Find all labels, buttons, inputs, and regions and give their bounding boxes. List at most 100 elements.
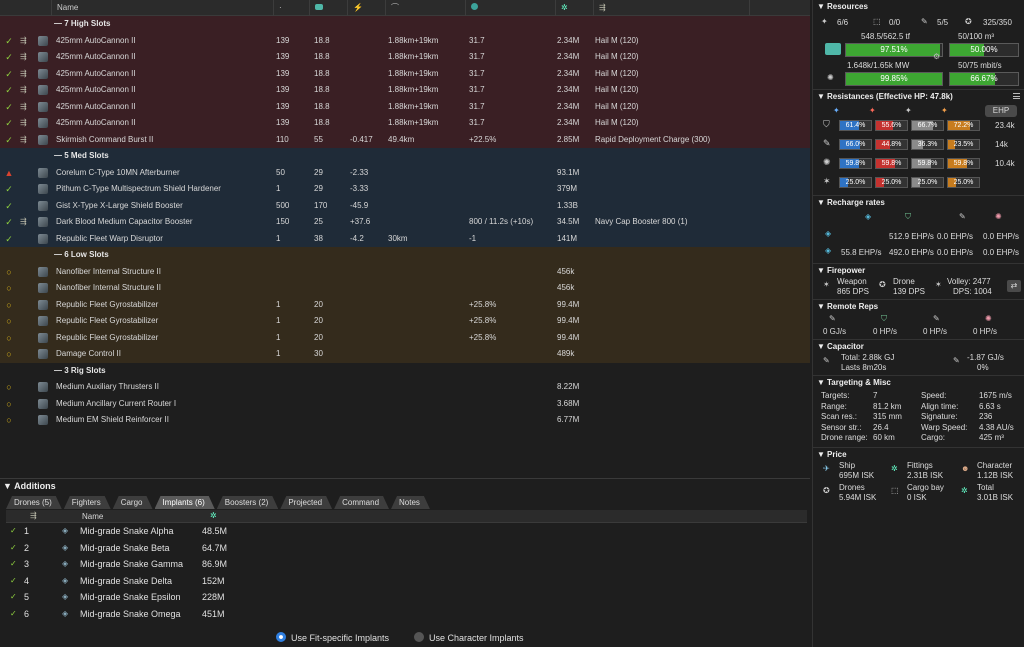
- state-col-header[interactable]: [0, 0, 52, 16]
- module-row[interactable]: ○ Medium Auxiliary Thrusters II 8.22M: [0, 379, 810, 396]
- targeting-title[interactable]: ▼ Targeting & Misc: [813, 376, 1024, 390]
- firepower-title[interactable]: ▼ Firepower: [813, 264, 1024, 278]
- module-state-icon[interactable]: ○: [4, 346, 14, 363]
- module-row[interactable]: ○ Republic Fleet Gyrostabilizer 1 20 +25.8% 9…: [0, 297, 810, 314]
- ehp-button[interactable]: EHP: [985, 105, 1017, 117]
- additions-title[interactable]: ▼ Additions: [0, 479, 810, 493]
- module-state-icon[interactable]: ○: [4, 280, 14, 297]
- module-row[interactable]: ○ Damage Control II 1 30 489k: [0, 346, 810, 363]
- module-row[interactable]: ✓ ⇶ Skirmish Command Burst II 110 55 -0.417 49…: [0, 132, 810, 149]
- tab-implants[interactable]: Implants (6): [155, 496, 215, 509]
- menu-icon[interactable]: [1013, 93, 1020, 99]
- shield-icon: ⛉: [823, 119, 830, 129]
- implant-row[interactable]: ✓ 4 ◈ Mid-grade Snake Delta 152M: [6, 573, 807, 590]
- module-name: Dark Blood Medium Capacitor Booster: [56, 217, 193, 226]
- module-state-icon[interactable]: ○: [4, 396, 14, 413]
- cpu-col-header[interactable]: ·: [274, 0, 310, 16]
- targeting-value: 425 m³: [979, 433, 1004, 442]
- module-row[interactable]: ○ Medium Ancillary Current Router I 3.68M: [0, 396, 810, 413]
- module-row[interactable]: ✓ ⇶ 425mm AutoCannon II 139 18.8 1.88km+19km 3…: [0, 66, 810, 83]
- module-state-icon[interactable]: ✓: [4, 82, 14, 99]
- resources-title[interactable]: ▼ Resources: [813, 0, 1024, 14]
- implant-check-icon[interactable]: ✓: [10, 589, 17, 606]
- module-row[interactable]: ✓ ⇶ 425mm AutoCannon II 139 18.8 1.88km+19km 3…: [0, 49, 810, 66]
- module-row[interactable]: ✓ Gist X-Type X-Large Shield Booster 500 17…: [0, 198, 810, 215]
- resistances-title[interactable]: ▼ Resistances (Effective HP: 47.8k): [813, 90, 1024, 104]
- module-state-icon[interactable]: ○: [4, 330, 14, 347]
- module-row[interactable]: ✓ ⇶ 425mm AutoCannon II 139 18.8 1.88km+19km 3…: [0, 115, 810, 132]
- implant-check-icon[interactable]: ✓: [10, 556, 17, 573]
- name-col-header[interactable]: Name: [52, 0, 274, 16]
- implant-row[interactable]: ✓ 6 ◈ Mid-grade Snake Omega 451M: [6, 606, 807, 623]
- module-state-icon[interactable]: ○: [4, 313, 14, 330]
- implant-check-icon[interactable]: ✓: [10, 523, 17, 540]
- module-row[interactable]: ✓ ⇶ 425mm AutoCannon II 139 18.8 1.88km+19km 3…: [0, 99, 810, 116]
- module-row[interactable]: ○ Medium EM Shield Reinforcer II 6.77M: [0, 412, 810, 429]
- module-row[interactable]: ○ Nanofiber Internal Structure II 456k: [0, 264, 810, 281]
- powergrid-icon: ✺: [827, 73, 834, 82]
- module-state-icon[interactable]: ✓: [4, 198, 14, 215]
- module-icon: [38, 316, 48, 326]
- price-title[interactable]: ▼ Price: [813, 448, 1024, 462]
- tab-projected[interactable]: Projected: [280, 496, 332, 509]
- implant-row[interactable]: ✓ 3 ◈ Mid-grade Snake Gamma 86.9M: [6, 556, 807, 573]
- capacitor-col-header[interactable]: ⚡: [348, 0, 386, 16]
- tab-fighters[interactable]: Fighters: [64, 496, 111, 509]
- module-row[interactable]: ▲ Corelum C-Type 10MN Afterburner 50 29 -2.3…: [0, 165, 810, 182]
- tab-cargo[interactable]: Cargo: [113, 496, 153, 509]
- charge-icon: ⇶: [20, 85, 27, 94]
- powergrid-col-header[interactable]: [310, 0, 348, 16]
- module-row[interactable]: ✓ ⇶ 425mm AutoCannon II 139 18.8 1.88km+19km 3…: [0, 33, 810, 50]
- module-state-icon[interactable]: ✓: [4, 181, 14, 198]
- tab-drones[interactable]: Drones (5): [6, 496, 62, 509]
- capacitor-cell: -4.2: [350, 233, 364, 243]
- implant-check-icon[interactable]: ✓: [10, 573, 17, 590]
- module-state-icon[interactable]: ✓: [4, 49, 14, 66]
- module-state-icon[interactable]: ▲: [4, 165, 14, 182]
- range-col-header[interactable]: ⌒: [386, 0, 466, 16]
- armor-th-resist: 44.8%: [875, 139, 908, 150]
- effect-col-header[interactable]: [466, 0, 556, 16]
- implant-icon: ◈: [62, 608, 69, 618]
- implant-check-icon[interactable]: ✓: [10, 606, 17, 623]
- fitting-table-header: Name · ⚡ ⌒ ✲ ⇶: [0, 0, 810, 16]
- module-icon: [38, 101, 48, 112]
- implant-row[interactable]: ✓ 2 ◈ Mid-grade Snake Beta 64.7M: [6, 540, 807, 557]
- char-implants-radio[interactable]: Use Character Implants: [414, 632, 524, 644]
- capacitor-title[interactable]: ▼ Capacitor: [813, 340, 1024, 354]
- module-row[interactable]: ✓ ⇶ 425mm AutoCannon II 139 18.8 1.88km+19km 3…: [0, 82, 810, 99]
- module-row[interactable]: ○ Republic Fleet Gyrostabilizer 1 20 +25.8% 9…: [0, 313, 810, 330]
- module-state-icon[interactable]: ✓: [4, 231, 14, 248]
- module-state-icon[interactable]: ○: [4, 264, 14, 281]
- module-row[interactable]: ✓ Pithum C-Type Multispectrum Shield Hard…: [0, 181, 810, 198]
- tab-notes[interactable]: Notes: [391, 496, 430, 509]
- module-state-icon[interactable]: ✓: [4, 132, 14, 149]
- fit-implants-radio[interactable]: Use Fit-specific Implants: [276, 632, 389, 644]
- module-state-icon[interactable]: ○: [4, 379, 14, 396]
- tab-command[interactable]: Command: [334, 496, 389, 509]
- module-row[interactable]: ○ Nanofiber Internal Structure II 456k: [0, 280, 810, 297]
- module-state-icon[interactable]: ✓: [4, 115, 14, 132]
- module-row[interactable]: ✓ Republic Fleet Warp Disruptor 1 38 -4.2 30k…: [0, 231, 810, 248]
- tab-boosters[interactable]: Boosters (2): [217, 496, 279, 509]
- implant-row[interactable]: ✓ 5 ◈ Mid-grade Snake Epsilon 228M: [6, 589, 807, 606]
- charge-icon: ⇶: [20, 35, 27, 45]
- drone-dps: 139 DPS: [893, 287, 926, 296]
- damage-pattern-button[interactable]: ⇄: [1007, 280, 1021, 292]
- module-state-icon[interactable]: ✓: [4, 214, 14, 231]
- module-state-icon[interactable]: ✓: [4, 66, 14, 83]
- module-state-icon[interactable]: ✓: [4, 33, 14, 50]
- price-col-header[interactable]: ✲: [556, 0, 594, 16]
- module-icon: [38, 68, 48, 79]
- implant-row[interactable]: ✓ 1 ◈ Mid-grade Snake Alpha 48.5M: [6, 523, 807, 540]
- recharge-title[interactable]: ▼ Recharge rates: [813, 196, 1024, 210]
- module-state-icon[interactable]: ○: [4, 297, 14, 314]
- module-state-icon[interactable]: ✓: [4, 99, 14, 116]
- remote-reps-title[interactable]: ▼ Remote Reps: [813, 300, 1024, 314]
- module-row[interactable]: ✓ ⇶ Dark Blood Medium Capacitor Booster 150…: [0, 214, 810, 231]
- implant-check-icon[interactable]: ✓: [10, 540, 17, 557]
- charge-col-header[interactable]: ⇶: [594, 0, 750, 16]
- module-row[interactable]: ○ Republic Fleet Gyrostabilizer 1 20 +25.8% 9…: [0, 330, 810, 347]
- implant-name-header[interactable]: Name: [82, 512, 103, 521]
- module-state-icon[interactable]: ○: [4, 412, 14, 429]
